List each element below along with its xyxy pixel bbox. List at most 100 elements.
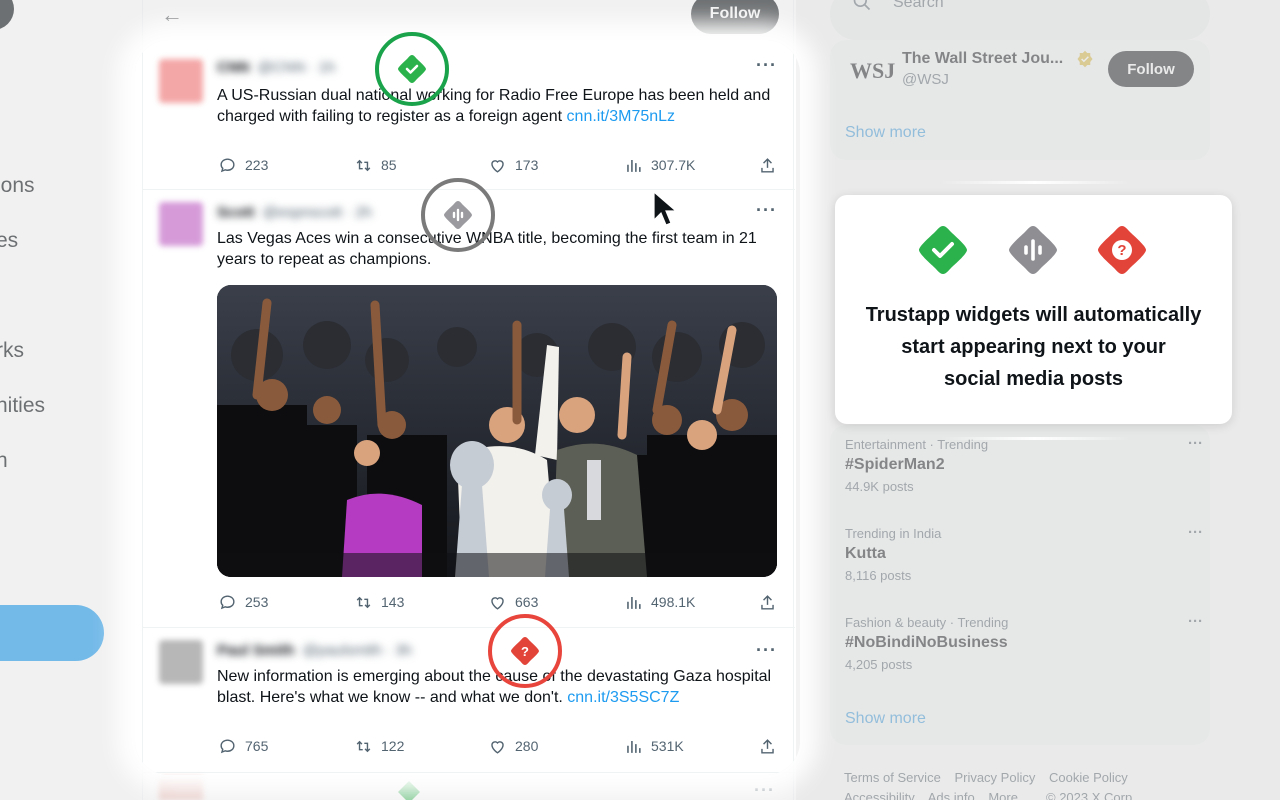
left-navigation: ions es rks nities n bbox=[0, 0, 140, 800]
view-count: 531K bbox=[651, 738, 684, 754]
share-button[interactable] bbox=[757, 592, 785, 612]
popup-message-line: social media posts bbox=[944, 368, 1123, 390]
trust-badge-ring-verified[interactable] bbox=[375, 32, 449, 106]
post-button[interactable] bbox=[0, 605, 104, 661]
footer-link-accessibility[interactable]: Accessibility bbox=[844, 790, 915, 800]
popup-message-line: Trustapp widgets will automatically bbox=[865, 304, 1202, 326]
more-options-icon[interactable]: ··· bbox=[756, 640, 777, 661]
trust-neutral-icon bbox=[1009, 226, 1057, 274]
tweet-actions: 223 85 173 307.7K bbox=[217, 155, 777, 177]
follow-button[interactable]: Follow bbox=[691, 0, 779, 34]
like-button[interactable]: 280 bbox=[487, 736, 538, 756]
tweet-actions: 765 122 280 531K bbox=[217, 736, 777, 758]
repost-button[interactable]: 143 bbox=[353, 592, 404, 612]
more-options-icon[interactable]: ··· bbox=[1188, 524, 1203, 541]
tweet[interactable]: Paul Smith @paulsmith · 3h ··· New inform… bbox=[143, 628, 795, 773]
like-count: 663 bbox=[515, 594, 539, 610]
trend-item[interactable]: Entertainment · Trending #SpiderMan2 44.… bbox=[845, 435, 1203, 494]
trends-card: Entertainment · Trending #SpiderMan2 44.… bbox=[830, 425, 1210, 745]
nav-item-premium[interactable]: n bbox=[0, 449, 8, 473]
views-button[interactable]: 498.1K bbox=[623, 592, 695, 612]
nav-item-messages[interactable]: es bbox=[0, 229, 18, 253]
footer-link-ads-info[interactable]: Ads info bbox=[928, 790, 975, 800]
verified-badge-icon bbox=[1077, 50, 1093, 68]
x-logo[interactable] bbox=[0, 0, 14, 30]
follow-wsj-button[interactable]: Follow bbox=[1108, 51, 1194, 87]
analytics-icon bbox=[623, 592, 643, 612]
trend-title: #NoBindiNoBusiness bbox=[845, 634, 1008, 651]
footer-link-more[interactable]: More ... bbox=[988, 790, 1032, 800]
heart-icon bbox=[487, 155, 507, 175]
tweet-link[interactable]: cnn.it/3S5SC7Z bbox=[567, 689, 679, 706]
repost-count: 85 bbox=[381, 157, 397, 173]
account-name[interactable]: The Wall Street Jou... bbox=[902, 50, 1063, 68]
nav-item-bookmarks[interactable]: rks bbox=[0, 339, 24, 363]
like-button[interactable]: 663 bbox=[487, 592, 538, 612]
like-count: 173 bbox=[515, 157, 539, 173]
search-box[interactable]: Search bbox=[830, 0, 1210, 40]
svg-text:?: ? bbox=[1117, 242, 1126, 259]
more-options-icon[interactable]: ··· bbox=[756, 200, 777, 221]
footer-links: Terms of Service Privacy Policy Cookie P… bbox=[844, 768, 1204, 800]
repost-icon bbox=[353, 592, 373, 612]
trend-item[interactable]: Fashion & beauty · Trending #NoBindiNoBu… bbox=[845, 613, 1203, 672]
share-button[interactable] bbox=[757, 155, 785, 175]
tweet-body: New information is emerging about the ca… bbox=[217, 668, 772, 706]
repost-icon bbox=[353, 736, 373, 756]
tweet-text: A US-Russian dual national working for R… bbox=[217, 85, 777, 127]
tweet[interactable]: Scott @espnscott · 2h ··· Las Vegas Aces … bbox=[143, 190, 795, 628]
reply-count: 253 bbox=[245, 594, 269, 610]
trend-title: Kutta bbox=[845, 545, 886, 562]
views-button[interactable]: 531K bbox=[623, 736, 684, 756]
repost-count: 143 bbox=[381, 594, 405, 610]
repost-button[interactable]: 122 bbox=[353, 736, 404, 756]
repost-count: 122 bbox=[381, 738, 405, 754]
view-count: 307.7K bbox=[651, 157, 696, 173]
search-icon bbox=[853, 0, 871, 11]
tweet-link[interactable]: cnn.it/3M75nLz bbox=[567, 108, 676, 125]
avatar[interactable] bbox=[159, 202, 203, 246]
popup-message-line: start appearing next to your bbox=[901, 336, 1166, 358]
trend-category: Fashion & beauty · Trending bbox=[845, 615, 1009, 630]
search-input[interactable]: Search bbox=[893, 0, 944, 12]
show-more-link[interactable]: Show more bbox=[845, 710, 926, 728]
avatar[interactable] bbox=[159, 59, 203, 103]
trust-verified-icon bbox=[398, 55, 426, 83]
like-button[interactable]: 173 bbox=[487, 155, 538, 175]
reply-count: 765 bbox=[245, 738, 269, 754]
wsj-avatar[interactable]: WSJ bbox=[850, 58, 895, 84]
more-options-icon[interactable]: ··· bbox=[1188, 613, 1203, 630]
back-arrow-icon[interactable]: ← bbox=[161, 2, 183, 28]
tweet-header: Scott @espnscott · 2h bbox=[217, 204, 372, 221]
divider bbox=[940, 181, 1130, 184]
view-count: 498.1K bbox=[651, 594, 696, 610]
trust-badge-ring-questionable[interactable]: ? bbox=[488, 614, 562, 688]
tweet[interactable]: CNN @CNN · 1h ··· A US-Russian dual natio… bbox=[143, 45, 795, 190]
reply-icon bbox=[217, 155, 237, 175]
trend-item[interactable]: Trending in India Kutta 8,116 posts ··· bbox=[845, 524, 1203, 583]
footer-link-privacy[interactable]: Privacy Policy bbox=[954, 770, 1035, 785]
more-options-icon[interactable]: ··· bbox=[754, 780, 775, 800]
reply-button[interactable]: 223 bbox=[217, 155, 268, 175]
footer-link-terms[interactable]: Terms of Service bbox=[844, 770, 941, 785]
avatar[interactable] bbox=[159, 640, 203, 684]
analytics-icon bbox=[623, 736, 643, 756]
trust-verified-icon[interactable] bbox=[397, 780, 421, 800]
reply-button[interactable]: 253 bbox=[217, 592, 268, 612]
nav-item-communities[interactable]: nities bbox=[0, 394, 45, 418]
more-options-icon[interactable]: ··· bbox=[1188, 435, 1203, 452]
show-more-link[interactable]: Show more bbox=[845, 124, 926, 142]
nav-item-notifications[interactable]: ions bbox=[0, 174, 35, 198]
trust-verified-icon bbox=[919, 226, 967, 274]
tweet-media-image[interactable] bbox=[217, 285, 777, 577]
views-button[interactable]: 307.7K bbox=[623, 155, 695, 175]
repost-button[interactable]: 85 bbox=[353, 155, 397, 175]
trust-badge-ring-neutral[interactable] bbox=[421, 178, 495, 252]
footer-link-cookies[interactable]: Cookie Policy bbox=[1049, 770, 1128, 785]
reply-button[interactable]: 765 bbox=[217, 736, 268, 756]
trust-legend: ? bbox=[835, 225, 1232, 277]
share-button[interactable] bbox=[757, 736, 785, 756]
like-count: 280 bbox=[515, 738, 539, 754]
more-options-icon[interactable]: ··· bbox=[756, 55, 777, 76]
tweet-text: Las Vegas Aces win a consecutive WNBA ti… bbox=[217, 228, 777, 270]
